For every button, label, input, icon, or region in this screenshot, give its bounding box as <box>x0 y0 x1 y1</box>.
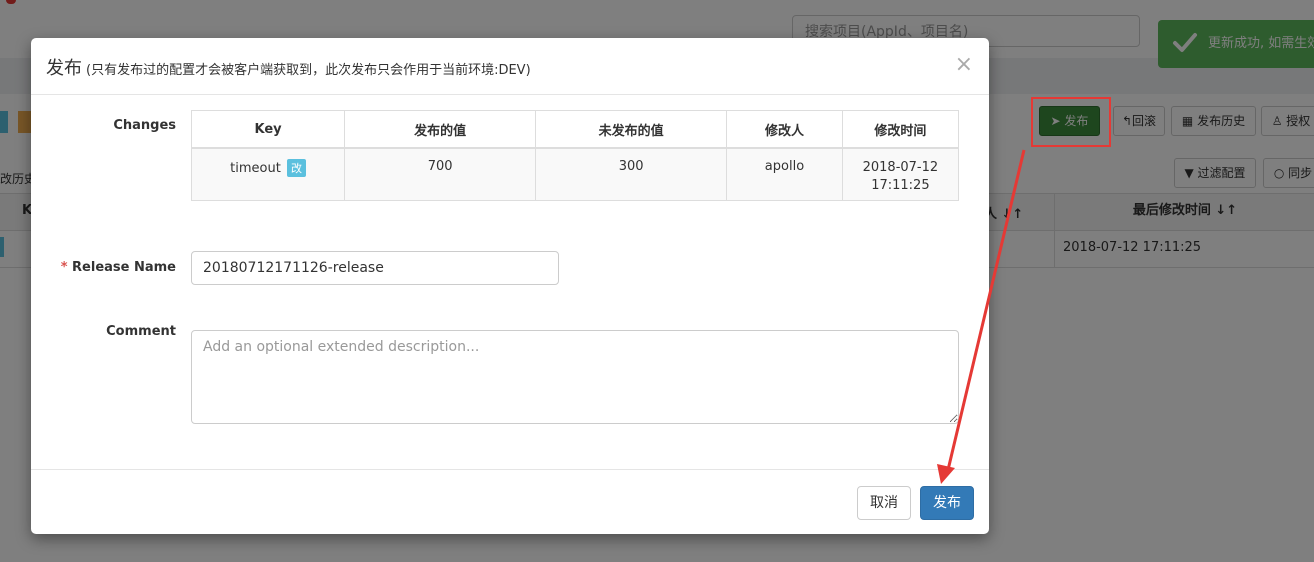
changes-label: Changes <box>113 118 176 133</box>
released-cell: 700 <box>344 147 537 201</box>
publish-button[interactable]: 发布 <box>920 486 974 520</box>
publish-modal: 发布 (只有发布过的配置才会被客户端获取到，此次发布只会作用于当前环境:DEV) … <box>31 38 989 534</box>
comment-textarea[interactable] <box>191 330 959 424</box>
modal-title: 发布 (只有发布过的配置才会被客户端获取到，此次发布只会作用于当前环境:DEV) <box>46 54 531 80</box>
time-cell: 2018-07-12 17:11:25 <box>841 147 960 201</box>
release-name-label-text: Release Name <box>72 260 176 275</box>
key-value: timeout <box>230 161 281 176</box>
modal-subtitle: (只有发布过的配置才会被客户端获取到，此次发布只会作用于当前环境:DEV) <box>86 63 531 78</box>
modal-footer: 取消 发布 <box>31 469 989 535</box>
modifier-header: 修改人 <box>726 110 843 149</box>
close-icon[interactable]: × <box>955 52 973 77</box>
modified-badge: 改 <box>286 159 306 177</box>
released-header: 发布的值 <box>344 110 537 149</box>
highlight-box <box>1031 97 1111 147</box>
modal-title-text: 发布 <box>46 58 82 79</box>
release-name-label: * Release Name <box>31 260 176 275</box>
modal-header: 发布 (只有发布过的配置才会被客户端获取到，此次发布只会作用于当前环境:DEV) … <box>31 38 989 95</box>
table-row: timeout 改 700 300 apollo 2018-07-12 17:1… <box>190 147 960 201</box>
time-value: 2018-07-12 17:11:25 <box>862 160 939 193</box>
unreleased-header: 未发布的值 <box>535 110 728 149</box>
time-header: 修改时间 <box>841 110 960 149</box>
unreleased-cell: 300 <box>535 147 728 201</box>
key-cell: timeout 改 <box>190 147 346 201</box>
required-marker: * <box>60 260 68 275</box>
modifier-cell: apollo <box>726 147 843 201</box>
cancel-button[interactable]: 取消 <box>857 486 911 520</box>
comment-label: Comment <box>106 324 176 339</box>
release-name-input[interactable] <box>191 251 559 285</box>
changes-table: Key 发布的值 未发布的值 修改人 修改时间 timeout 改 700 30… <box>190 110 960 201</box>
key-header: Key <box>190 110 346 149</box>
